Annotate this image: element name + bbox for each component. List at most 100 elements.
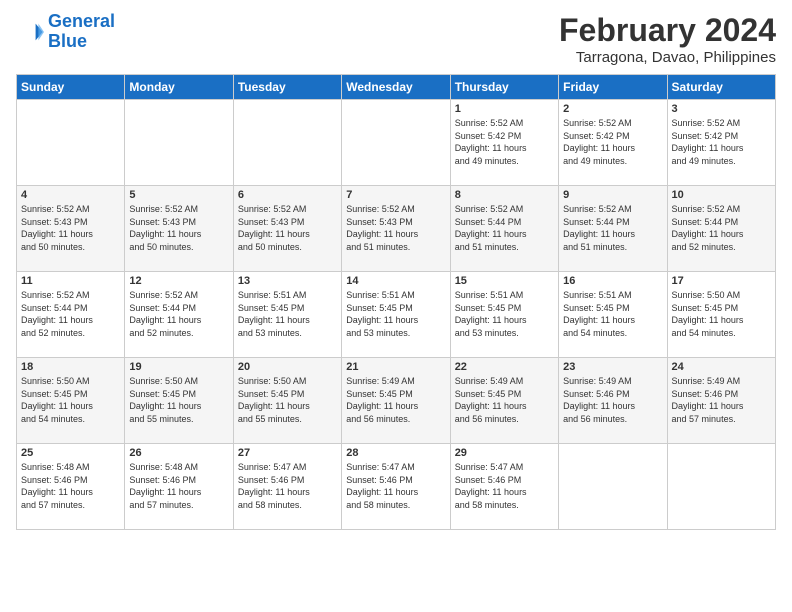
calendar-cell [17,100,125,186]
day-info: Sunrise: 5:51 AM Sunset: 5:45 PM Dayligh… [455,289,554,339]
calendar-cell: 13Sunrise: 5:51 AM Sunset: 5:45 PM Dayli… [233,272,341,358]
calendar-cell: 27 Sunrise: 5:47 AM Sunset: 5:46 PM Dayli… [233,444,341,530]
header: General Blue February 2024 Tarragona, Da… [16,12,776,66]
day-number: 29 [455,447,554,459]
logo-line2: Blue [48,31,87,51]
calendar-cell: 23Sunrise: 5:49 AM Sunset: 5:46 PM Dayli… [559,358,667,444]
day-number: 14 [346,275,445,287]
day-number: 26 [129,447,228,459]
calendar-cell: 19 Sunrise: 5:50 AM Sunset: 5:45 PM Dayli… [125,358,233,444]
day-number: 19 [129,361,228,373]
day-info: Sunrise: 5:47 AM Sunset: 5:46 PM Dayligh… [346,461,445,511]
main-title: February 2024 [559,12,776,49]
day-info: Sunrise: 5:52 AM Sunset: 5:42 PM Dayligh… [672,117,771,167]
day-info: Sunrise: 5:48 AM Sunset: 5:46 PM Dayligh… [129,461,228,511]
day-number: 28 [346,447,445,459]
week-row-3: 11 Sunrise: 5:52 AM Sunset: 5:44 PM Dayli… [17,272,776,358]
day-info: Sunrise: 5:51 AM Sunset: 5:45 PM Dayligh… [563,289,662,339]
day-info: Sunrise: 5:50 AM Sunset: 5:45 PM Dayligh… [21,375,120,425]
calendar-cell: 2 Sunrise: 5:52 AM Sunset: 5:42 PM Daylig… [559,100,667,186]
day-number: 2 [563,103,662,115]
day-info: Sunrise: 5:52 AM Sunset: 5:43 PM Dayligh… [346,203,445,253]
calendar-cell: 28 Sunrise: 5:47 AM Sunset: 5:46 PM Dayli… [342,444,450,530]
day-number: 13 [238,275,337,287]
day-info: Sunrise: 5:49 AM Sunset: 5:46 PM Dayligh… [672,375,771,425]
day-number: 10 [672,189,771,201]
day-number: 21 [346,361,445,373]
col-tuesday: Tuesday [233,75,341,100]
calendar-cell: 11 Sunrise: 5:52 AM Sunset: 5:44 PM Dayli… [17,272,125,358]
calendar-cell: 9 Sunrise: 5:52 AM Sunset: 5:44 PM Daylig… [559,186,667,272]
day-number: 1 [455,103,554,115]
calendar-cell: 24 Sunrise: 5:49 AM Sunset: 5:46 PM Dayli… [667,358,775,444]
calendar-cell: 17 Sunrise: 5:50 AM Sunset: 5:45 PM Dayli… [667,272,775,358]
calendar-cell: 26 Sunrise: 5:48 AM Sunset: 5:46 PM Dayli… [125,444,233,530]
day-number: 24 [672,361,771,373]
day-info: Sunrise: 5:52 AM Sunset: 5:44 PM Dayligh… [21,289,120,339]
week-row-5: 25 Sunrise: 5:48 AM Sunset: 5:46 PM Dayli… [17,444,776,530]
calendar-cell: 16 Sunrise: 5:51 AM Sunset: 5:45 PM Dayli… [559,272,667,358]
calendar-cell: 6Sunrise: 5:52 AM Sunset: 5:43 PM Daylig… [233,186,341,272]
day-info: Sunrise: 5:50 AM Sunset: 5:45 PM Dayligh… [672,289,771,339]
calendar-cell [667,444,775,530]
logo: General Blue [16,12,115,52]
day-info: Sunrise: 5:50 AM Sunset: 5:45 PM Dayligh… [129,375,228,425]
calendar-cell: 25 Sunrise: 5:48 AM Sunset: 5:46 PM Dayli… [17,444,125,530]
day-number: 12 [129,275,228,287]
day-number: 8 [455,189,554,201]
calendar-cell: 14 Sunrise: 5:51 AM Sunset: 5:45 PM Dayli… [342,272,450,358]
calendar-cell: 15 Sunrise: 5:51 AM Sunset: 5:45 PM Dayli… [450,272,558,358]
calendar-cell [342,100,450,186]
day-number: 7 [346,189,445,201]
day-info: Sunrise: 5:52 AM Sunset: 5:42 PM Dayligh… [563,117,662,167]
day-info: Sunrise: 5:52 AM Sunset: 5:44 PM Dayligh… [455,203,554,253]
day-number: 15 [455,275,554,287]
day-number: 16 [563,275,662,287]
day-info: Sunrise: 5:52 AM Sunset: 5:43 PM Dayligh… [21,203,120,253]
day-info: Sunrise: 5:52 AM Sunset: 5:43 PM Dayligh… [129,203,228,253]
day-number: 22 [455,361,554,373]
col-friday: Friday [559,75,667,100]
calendar-cell: 8 Sunrise: 5:52 AM Sunset: 5:44 PM Daylig… [450,186,558,272]
day-number: 18 [21,361,120,373]
calendar-cell: 3 Sunrise: 5:52 AM Sunset: 5:42 PM Daylig… [667,100,775,186]
day-number: 25 [21,447,120,459]
col-saturday: Saturday [667,75,775,100]
header-row: Sunday Monday Tuesday Wednesday Thursday… [17,75,776,100]
calendar-cell: 4Sunrise: 5:52 AM Sunset: 5:43 PM Daylig… [17,186,125,272]
day-info: Sunrise: 5:52 AM Sunset: 5:44 PM Dayligh… [563,203,662,253]
day-number: 9 [563,189,662,201]
day-info: Sunrise: 5:48 AM Sunset: 5:46 PM Dayligh… [21,461,120,511]
week-row-4: 18 Sunrise: 5:50 AM Sunset: 5:45 PM Dayli… [17,358,776,444]
week-row-1: 1 Sunrise: 5:52 AM Sunset: 5:42 PM Daylig… [17,100,776,186]
calendar-cell: 5 Sunrise: 5:52 AM Sunset: 5:43 PM Daylig… [125,186,233,272]
col-wednesday: Wednesday [342,75,450,100]
calendar-cell: 20Sunrise: 5:50 AM Sunset: 5:45 PM Dayli… [233,358,341,444]
day-info: Sunrise: 5:47 AM Sunset: 5:46 PM Dayligh… [238,461,337,511]
calendar-cell: 7 Sunrise: 5:52 AM Sunset: 5:43 PM Daylig… [342,186,450,272]
col-monday: Monday [125,75,233,100]
col-thursday: Thursday [450,75,558,100]
day-number: 27 [238,447,337,459]
day-number: 17 [672,275,771,287]
calendar-cell: 22 Sunrise: 5:49 AM Sunset: 5:45 PM Dayli… [450,358,558,444]
day-number: 11 [21,275,120,287]
day-info: Sunrise: 5:47 AM Sunset: 5:46 PM Dayligh… [455,461,554,511]
calendar-cell: 10Sunrise: 5:52 AM Sunset: 5:44 PM Dayli… [667,186,775,272]
calendar-cell [233,100,341,186]
day-info: Sunrise: 5:52 AM Sunset: 5:42 PM Dayligh… [455,117,554,167]
logo-line1: General [48,11,115,31]
day-info: Sunrise: 5:49 AM Sunset: 5:45 PM Dayligh… [455,375,554,425]
calendar-cell [559,444,667,530]
calendar-cell: 18 Sunrise: 5:50 AM Sunset: 5:45 PM Dayli… [17,358,125,444]
logo-icon [16,18,44,46]
day-number: 5 [129,189,228,201]
day-info: Sunrise: 5:52 AM Sunset: 5:43 PM Dayligh… [238,203,337,253]
day-info: Sunrise: 5:52 AM Sunset: 5:44 PM Dayligh… [129,289,228,339]
page: General Blue February 2024 Tarragona, Da… [0,0,792,612]
calendar-cell: 21Sunrise: 5:49 AM Sunset: 5:45 PM Dayli… [342,358,450,444]
day-info: Sunrise: 5:51 AM Sunset: 5:45 PM Dayligh… [346,289,445,339]
day-number: 3 [672,103,771,115]
day-number: 20 [238,361,337,373]
subtitle: Tarragona, Davao, Philippines [559,49,776,66]
